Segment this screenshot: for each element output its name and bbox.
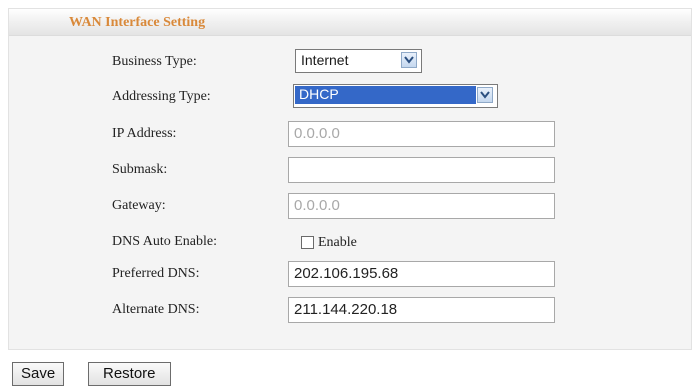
submask-input[interactable] <box>288 157 555 183</box>
addressing-type-row: Addressing Type: DHCP <box>9 82 691 112</box>
dns-auto-checkbox-label[interactable]: Enable <box>318 235 357 251</box>
addressing-type-select[interactable]: DHCP <box>293 84 498 108</box>
chevron-down-icon <box>401 52 417 68</box>
chevron-down-icon <box>477 87 493 103</box>
section-title: WAN Interface Setting <box>69 15 206 30</box>
submask-label: Submask: <box>112 162 168 177</box>
addressing-type-value: DHCP <box>295 86 476 104</box>
gateway-label: Gateway: <box>112 198 166 213</box>
section-header: WAN Interface Setting <box>9 9 691 36</box>
wan-settings-panel: WAN Interface Setting Business Type: Int… <box>8 8 692 350</box>
alternate-dns-row: Alternate DNS: 211.144.220.18 <box>9 295 691 325</box>
gateway-row: Gateway: 0.0.0.0 <box>9 191 691 221</box>
restore-button[interactable]: Restore <box>88 362 171 386</box>
gateway-input[interactable]: 0.0.0.0 <box>288 193 555 219</box>
button-bar: Save Restore <box>0 354 695 389</box>
business-type-value: Internet <box>301 52 349 68</box>
alternate-dns-label: Alternate DNS: <box>112 302 200 317</box>
alternate-dns-input[interactable]: 211.144.220.18 <box>288 297 555 323</box>
preferred-dns-row: Preferred DNS: 202.106.195.68 <box>9 259 691 289</box>
dns-auto-checkbox[interactable] <box>301 236 314 249</box>
submask-row: Submask: <box>9 155 691 185</box>
ip-address-input[interactable]: 0.0.0.0 <box>288 121 555 147</box>
ip-address-row: IP Address: 0.0.0.0 <box>9 119 691 149</box>
addressing-type-label: Addressing Type: <box>112 89 211 104</box>
preferred-dns-input[interactable]: 202.106.195.68 <box>288 261 555 287</box>
business-type-select[interactable]: Internet <box>295 49 422 73</box>
dns-auto-row: DNS Auto Enable: Enable <box>9 227 691 257</box>
preferred-dns-label: Preferred DNS: <box>112 266 200 281</box>
business-type-row: Business Type: Internet <box>9 47 691 77</box>
business-type-label: Business Type: <box>112 54 197 69</box>
ip-address-label: IP Address: <box>112 126 177 141</box>
save-button[interactable]: Save <box>12 362 65 386</box>
dns-auto-label: DNS Auto Enable: <box>112 234 217 249</box>
